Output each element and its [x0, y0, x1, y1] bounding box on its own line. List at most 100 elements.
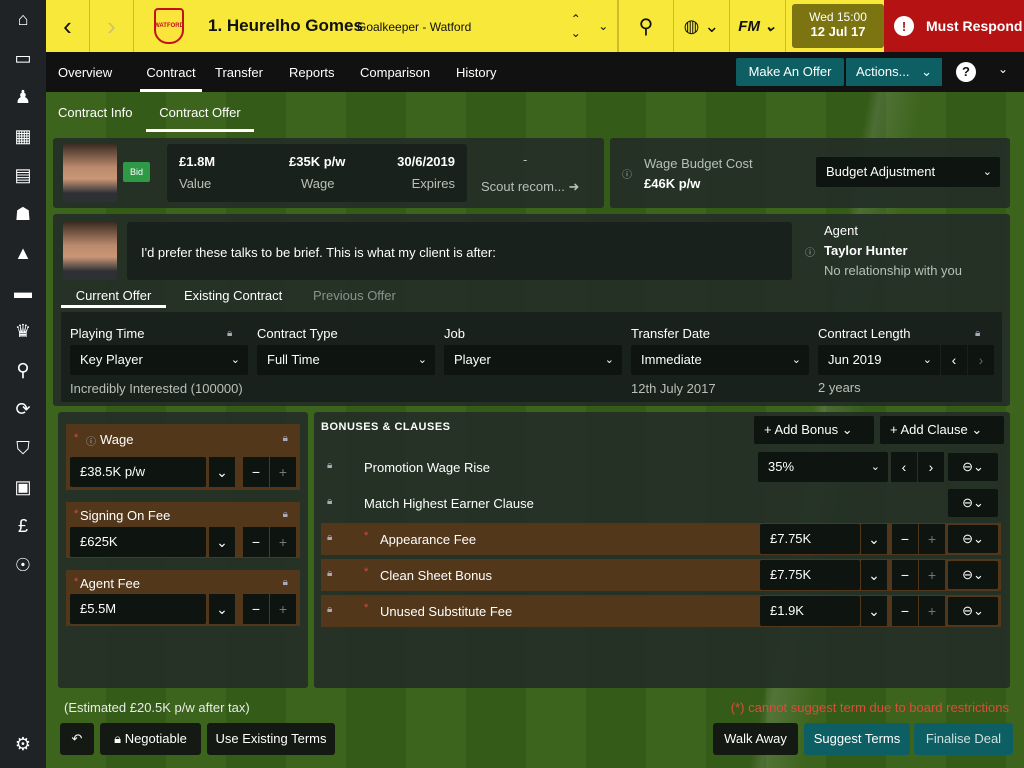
- decrease-button[interactable]: −: [243, 457, 269, 487]
- chevron-down-icon[interactable]: ⌄: [861, 596, 887, 626]
- dropdown-chevron-icon[interactable]: ⌄: [598, 19, 608, 33]
- staff-icon[interactable]: ☗: [0, 195, 46, 234]
- budget-label: Wage Budget Cost: [644, 156, 753, 171]
- finalise-deal-button[interactable]: Finalise Deal: [914, 723, 1013, 755]
- continue-date[interactable]: Wed 15:00 12 Jul 17: [792, 4, 884, 48]
- lock-icon[interactable]: 🔒︎: [283, 433, 288, 444]
- help-icon[interactable]: ?: [956, 62, 976, 82]
- lock-icon[interactable]: 🔒︎: [975, 328, 980, 339]
- lock-icon[interactable]: 🔒︎: [227, 328, 232, 339]
- chevron-down-icon[interactable]: ⌄: [209, 457, 235, 487]
- decrease-button[interactable]: −: [892, 560, 918, 590]
- lock-icon[interactable]: 🔒︎: [327, 568, 332, 579]
- lock-icon[interactable]: 🔒︎: [327, 604, 332, 615]
- lock-icon[interactable]: 🔒︎: [327, 460, 332, 471]
- make-offer-button[interactable]: Make An Offer: [736, 58, 844, 86]
- add-clause-button[interactable]: + Add Clause ⌄: [880, 416, 1004, 444]
- use-existing-terms-button[interactable]: Use Existing Terms: [207, 723, 335, 755]
- wage-input[interactable]: £38.5K p/w: [70, 457, 206, 487]
- tab-reports[interactable]: Reports: [289, 52, 335, 92]
- negotiable-button[interactable]: 🔒︎ Negotiable: [100, 723, 201, 755]
- settings-gear-icon[interactable]: ⚙: [0, 725, 46, 764]
- contract-type-select[interactable]: Full Time ⌄: [257, 345, 435, 375]
- suggest-terms-button[interactable]: Suggest Terms: [804, 723, 910, 755]
- chevron-down-icon[interactable]: ⌄: [571, 26, 581, 40]
- signing-fee-input[interactable]: £625K: [70, 527, 206, 557]
- chevron-right-icon[interactable]: ›: [918, 452, 944, 482]
- remove-menu-icon[interactable]: ⊖⌄: [948, 489, 998, 517]
- bonus-value-select[interactable]: 35% ⌄: [758, 452, 888, 482]
- chevron-down-icon[interactable]: ⌄: [998, 62, 1008, 76]
- chevron-down-icon[interactable]: ⌄: [209, 527, 235, 557]
- scouting-icon[interactable]: ▤: [0, 156, 46, 195]
- tab-history[interactable]: History: [456, 52, 496, 92]
- bonus-label: Clean Sheet Bonus: [380, 568, 493, 583]
- tab-existing-contract[interactable]: Existing Contract: [184, 288, 282, 303]
- home-icon[interactable]: ⌂: [0, 0, 46, 39]
- remove-menu-icon[interactable]: ⊖⌄: [948, 453, 998, 481]
- tab-comparison[interactable]: Comparison: [360, 52, 430, 92]
- budget-adjustment-select[interactable]: Budget Adjustment ⌄: [816, 157, 1000, 187]
- add-bonus-button[interactable]: + Add Bonus ⌄: [754, 416, 874, 444]
- tab-contract[interactable]: Contract: [140, 52, 202, 92]
- transfers-icon[interactable]: ⟳: [0, 390, 46, 429]
- agent-fee-label: Agent Fee: [80, 576, 140, 591]
- remove-menu-icon[interactable]: ⊖⌄: [948, 597, 998, 625]
- decrease-button[interactable]: −: [243, 527, 269, 557]
- briefcase-icon[interactable]: ▣: [0, 468, 46, 507]
- tactics-icon[interactable]: ▦: [0, 117, 46, 156]
- club-crest[interactable]: WATFORD: [134, 0, 204, 52]
- bonus-value-input[interactable]: £7.75K: [760, 524, 860, 554]
- must-respond-button[interactable]: ! Must Respond: [884, 0, 1024, 52]
- trophy-icon[interactable]: ♛: [0, 312, 46, 351]
- globe-icon[interactable]: ◍ ⌄: [674, 0, 730, 52]
- schedule-icon[interactable]: ▬: [0, 273, 46, 312]
- subtab-contract-info[interactable]: Contract Info: [58, 105, 132, 120]
- lock-icon[interactable]: 🔒︎: [283, 577, 288, 588]
- training-icon[interactable]: ▲: [0, 234, 46, 273]
- remove-menu-icon[interactable]: ⊖⌄: [948, 561, 998, 589]
- chevron-down-icon: ⌄: [870, 461, 880, 473]
- lock-icon[interactable]: 🔒︎: [327, 496, 332, 507]
- search-icon[interactable]: ⚲: [618, 0, 674, 52]
- walk-away-button[interactable]: Walk Away: [713, 723, 798, 755]
- lock-icon[interactable]: 🔒︎: [283, 509, 288, 520]
- finances-icon[interactable]: £: [0, 507, 46, 546]
- undo-icon[interactable]: ↶: [60, 723, 94, 755]
- inbox-icon[interactable]: ▭: [0, 39, 46, 78]
- subtab-contract-offer[interactable]: Contract Offer: [146, 105, 254, 132]
- chevron-down-icon[interactable]: ⌄: [861, 524, 887, 554]
- lock-icon[interactable]: 🔒︎: [327, 532, 332, 543]
- reserves-icon[interactable]: ☉: [0, 546, 46, 585]
- agent-fee-input[interactable]: £5.5M: [70, 594, 206, 624]
- chevron-down-icon[interactable]: ⌄: [861, 560, 887, 590]
- squad-icon[interactable]: ♟: [0, 78, 46, 117]
- fm-menu[interactable]: FM ⌄: [730, 0, 786, 52]
- transfer-date-select[interactable]: Immediate ⌄: [631, 345, 809, 375]
- actions-button[interactable]: Actions... ⌄: [846, 58, 942, 86]
- bonus-value-input[interactable]: £7.75K: [760, 560, 860, 590]
- decrease-button[interactable]: −: [892, 524, 918, 554]
- job-select[interactable]: Player ⌄: [444, 345, 622, 375]
- club-icon[interactable]: ⛉: [0, 429, 46, 468]
- search-icon[interactable]: ⚲: [0, 351, 46, 390]
- back-arrow-icon[interactable]: ‹: [46, 0, 90, 52]
- contract-length-select[interactable]: Jun 2019 ⌄: [818, 345, 940, 375]
- bonus-value-input[interactable]: £1.9K: [760, 596, 860, 626]
- remove-menu-icon[interactable]: ⊖⌄: [948, 525, 998, 553]
- chevron-down-icon[interactable]: ⌄: [209, 594, 235, 624]
- player-switcher[interactable]: ⌃ ⌄ ⌄: [562, 0, 618, 52]
- agent-name[interactable]: Taylor Hunter: [824, 243, 908, 258]
- chevron-up-icon[interactable]: ⌃: [571, 12, 581, 26]
- scout-recommendation[interactable]: Scout recom... ➜: [481, 179, 579, 195]
- tab-transfer[interactable]: Transfer: [215, 52, 263, 92]
- chevron-down-icon: ⌄: [841, 422, 853, 437]
- tab-current-offer[interactable]: Current Offer: [61, 288, 166, 308]
- decrease-button[interactable]: −: [243, 594, 269, 624]
- playing-time-select[interactable]: Key Player ⌄: [70, 345, 248, 375]
- tab-overview[interactable]: Overview: [58, 52, 112, 92]
- decrease-button[interactable]: −: [892, 596, 918, 626]
- chevron-left-icon[interactable]: ‹: [941, 345, 967, 375]
- forward-arrow-icon[interactable]: ›: [90, 0, 134, 52]
- chevron-left-icon[interactable]: ‹: [891, 452, 917, 482]
